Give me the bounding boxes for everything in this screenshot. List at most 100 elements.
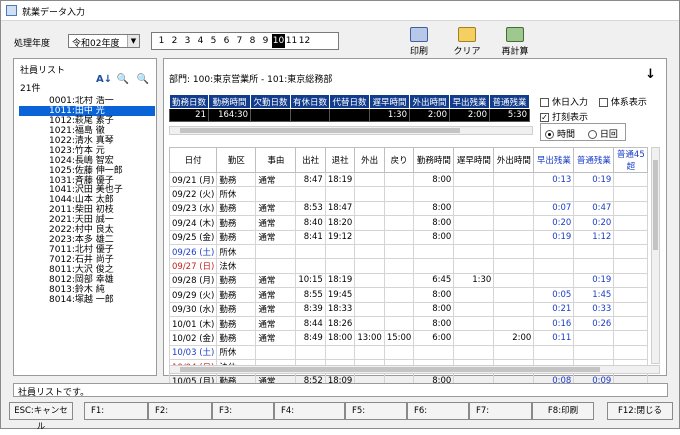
table-cell[interactable] (533, 243, 575, 260)
list-item[interactable]: 1021:福島 徹 (19, 126, 155, 136)
table-cell[interactable] (573, 330, 615, 346)
column-header[interactable]: 日付 (168, 147, 218, 173)
table-cell[interactable] (613, 200, 649, 217)
table-cell[interactable] (613, 243, 649, 260)
table-row[interactable]: 09/30 (水) 勤務 通常 8:39 18:33 8:00 0:21 0:33 (168, 301, 649, 317)
table-row[interactable]: 09/29 (火) 勤務 通常 8:55 19:45 8:00 0:05 1:45 (168, 287, 649, 303)
table-cell[interactable]: 09/23 (水) (168, 200, 218, 217)
table-cell[interactable]: 勤務 (216, 287, 257, 303)
sort-az-icon[interactable]: A↓ (96, 74, 112, 90)
table-row[interactable]: 09/26 (土) 所休 (168, 243, 649, 260)
table-cell[interactable]: 6:45 (413, 272, 455, 289)
table-cell[interactable]: 0:19 (573, 272, 615, 289)
month-10[interactable]: 10 (272, 34, 285, 48)
table-cell[interactable] (453, 243, 495, 260)
table-cell[interactable]: 09/30 (水) (168, 301, 218, 317)
table-cell[interactable]: 09/25 (金) (168, 229, 218, 245)
fkey-button[interactable]: F7: (469, 402, 532, 420)
table-cell[interactable] (383, 301, 415, 317)
column-header[interactable]: 遅早時間 (453, 147, 495, 173)
table-cell[interactable] (573, 243, 615, 260)
table-cell[interactable]: 0:05 (533, 287, 575, 303)
table-cell[interactable]: 1:30 (453, 272, 495, 289)
table-cell[interactable] (383, 258, 415, 274)
table-cell[interactable] (324, 344, 356, 361)
list-item[interactable]: 7012:石井 尚子 (19, 255, 155, 265)
table-row[interactable]: 09/24 (木) 勤務 通常 8:40 18:20 8:00 0:20 0:20 (168, 215, 649, 231)
table-cell[interactable]: 10/01 (木) (168, 315, 218, 332)
table-cell[interactable] (453, 215, 495, 231)
table-cell[interactable]: 勤務 (216, 171, 257, 188)
column-header[interactable]: 勤務時間 (413, 147, 455, 173)
recalc-button[interactable]: 再計算 (495, 27, 535, 59)
table-cell[interactable] (453, 330, 495, 346)
table-cell[interactable] (383, 272, 415, 289)
table-cell[interactable]: 0:20 (533, 215, 575, 231)
table-cell[interactable]: 8:00 (413, 215, 455, 231)
table-cell[interactable] (383, 229, 415, 245)
table-vscrollbar[interactable] (651, 147, 660, 364)
table-cell[interactable] (383, 315, 415, 332)
list-item[interactable]: 1041:沢田 美也子 (19, 185, 155, 195)
table-cell[interactable] (493, 272, 535, 289)
table-cell[interactable]: 09/22 (火) (168, 186, 218, 202)
list-item[interactable]: 1031:斉藤 優子 (19, 176, 155, 186)
column-header[interactable]: 早出残業 (533, 147, 575, 173)
list-item[interactable]: 1044:山本 太郎 (19, 195, 155, 205)
table-cell[interactable] (493, 243, 535, 260)
table-cell[interactable] (533, 258, 575, 274)
table-cell[interactable]: 法休 (216, 258, 257, 274)
fkey-button[interactable]: ESC:キャンセル (9, 402, 73, 432)
table-cell[interactable] (453, 186, 495, 202)
table-cell[interactable]: 1:45 (573, 287, 615, 303)
table-cell[interactable] (453, 258, 495, 274)
table-cell[interactable] (493, 215, 535, 231)
table-cell[interactable]: 19:45 (324, 287, 356, 303)
table-cell[interactable] (573, 344, 615, 361)
month-11[interactable]: 11 (285, 34, 298, 48)
column-header[interactable]: 外出時間 (493, 147, 535, 173)
table-row[interactable]: 09/22 (火) 所休 (168, 186, 649, 202)
chevron-down-icon[interactable]: ▼ (127, 35, 139, 47)
table-cell[interactable] (613, 315, 649, 332)
table-cell[interactable] (383, 186, 415, 202)
table-cell[interactable] (613, 171, 649, 188)
table-cell[interactable] (413, 344, 455, 361)
table-cell[interactable]: 8:44 (295, 315, 326, 332)
month-12[interactable]: 12 (298, 34, 311, 48)
table-row[interactable]: 09/23 (水) 勤務 通常 8:53 18:47 8:00 0:07 0:47 (168, 200, 649, 217)
table-cell[interactable]: 8:00 (413, 287, 455, 303)
table-cell[interactable] (354, 243, 385, 260)
table-cell[interactable]: 勤務 (216, 272, 257, 289)
fkey-button[interactable]: F3: (212, 402, 274, 420)
table-cell[interactable] (295, 258, 326, 274)
table-cell[interactable]: 09/29 (火) (168, 287, 218, 303)
list-item[interactable]: 0001:北村 浩一 (19, 96, 155, 106)
table-cell[interactable] (354, 287, 385, 303)
table-cell[interactable]: 09/28 (月) (168, 272, 218, 289)
table-cell[interactable] (493, 171, 535, 188)
table-cell[interactable]: 勤務 (216, 315, 257, 332)
table-cell[interactable] (383, 171, 415, 188)
table-cell[interactable] (354, 200, 385, 217)
table-cell[interactable] (493, 301, 535, 317)
table-row[interactable]: 10/01 (木) 勤務 通常 8:44 18:26 8:00 0:16 0:26 (168, 315, 649, 332)
table-cell[interactable]: 8:49 (295, 330, 326, 346)
table-row[interactable]: 09/28 (月) 勤務 通常 10:15 18:19 6:45 1:30 0:19 (168, 272, 649, 289)
list-item[interactable]: 8013:鈴木 純 (19, 285, 155, 295)
table-cell[interactable]: 所休 (216, 186, 257, 202)
table-cell[interactable] (533, 272, 575, 289)
table-cell[interactable]: 10/03 (土) (168, 344, 218, 361)
table-cell[interactable]: 0:07 (533, 200, 575, 217)
list-item[interactable]: 2023:本多 雄二 (19, 235, 155, 245)
column-header[interactable]: 出社 (295, 147, 326, 173)
table-cell[interactable]: 0:20 (573, 215, 615, 231)
table-cell[interactable]: 6:00 (413, 330, 455, 346)
table-cell[interactable]: 通常 (255, 229, 297, 245)
table-cell[interactable]: 18:33 (324, 301, 356, 317)
table-cell[interactable]: 勤務 (216, 330, 257, 346)
list-item[interactable]: 8014:塚越 一郎 (19, 295, 155, 305)
table-cell[interactable]: 18:20 (324, 215, 356, 231)
table-cell[interactable] (613, 215, 649, 231)
table-row[interactable]: 09/27 (日) 法休 (168, 258, 649, 274)
